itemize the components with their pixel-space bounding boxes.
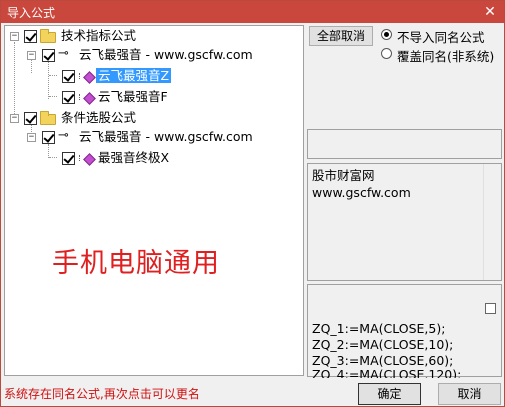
node-label: 条件选股公式 [61,110,137,125]
promo-text: 手机电脑通用 [52,248,220,279]
description-line: www.gscfw.com [312,185,411,200]
node-label: 技术指标公式 [61,28,137,43]
option-label: 覆盖同名(非系统) [397,49,495,64]
description-box: 股市财富网 www.gscfw.com [307,163,502,281]
tree-node-formula[interactable]: 最强音终极X [5,150,303,166]
collapse-toggle[interactable]: − [10,32,19,41]
key-icon: ⊸ [58,46,69,61]
formula-tree[interactable]: − 技术指标公式 − ⊸ 云飞最强音 - www.gscfw.com 云飞最强音… [4,25,304,376]
radio-no-import[interactable] [381,29,392,40]
collapse-toggle[interactable]: − [27,51,36,60]
option-label: 不导入同名公式 [397,30,485,45]
tree-node-source[interactable]: − ⊸ 云飞最强音 - www.gscfw.com [5,47,303,63]
node-checkbox[interactable] [24,112,37,125]
cancel-button[interactable]: 取消 [438,383,501,405]
formula-diamond-icon [83,153,96,166]
tree-node-source[interactable]: − ⊸ 云飞最强音 - www.gscfw.com [5,129,303,145]
title-bar: 导入公式 ✕ [1,1,504,23]
window-title: 导入公式 [7,6,56,20]
key-icon: ⊸ [58,128,69,143]
radio-overwrite[interactable] [381,48,392,59]
folder-icon [40,111,56,125]
code-checkbox[interactable] [485,303,496,314]
node-checkbox[interactable] [62,152,75,165]
formula-diamond-icon [83,92,96,105]
node-label: 云飞最强音 - www.gscfw.com [79,47,253,62]
node-label: 云飞最强音 - www.gscfw.com [79,129,253,144]
empty-field [307,129,502,159]
node-checkbox[interactable] [24,30,37,43]
node-label: 云飞最强音F [98,89,168,104]
collapse-toggle[interactable]: − [27,133,36,142]
ok-button[interactable]: 确定 [358,383,421,405]
node-checkbox[interactable] [62,91,75,104]
node-checkbox[interactable] [42,131,55,144]
formula-code-box: ZQ_1:=MA(CLOSE,5); ZQ_2:=MA(CLOSE,10); Z… [307,284,502,378]
import-formula-dialog: 导入公式 ✕ − 技术指标公式 − ⊸ 云飞最强音 - www.gscfw.co… [0,0,505,407]
node-checkbox[interactable] [62,70,75,83]
tree-node-formula[interactable]: 云飞最强音Z [5,68,303,84]
cancel-all-button[interactable]: 全部取消 [309,26,373,46]
formula-diamond-icon [83,71,96,84]
status-message: 系统存在同名公式,再次点击可以更名 [4,387,200,401]
tree-node-formula[interactable]: 云飞最强音F [5,89,303,105]
code-line: ZQ_4:=MA(CLOSE,120); [312,368,462,378]
folder-icon [40,29,56,43]
node-checkbox[interactable] [42,49,55,62]
description-line: 股市财富网 [312,168,375,183]
tree-node-group[interactable]: − 条件选股公式 [5,110,303,126]
node-label: 云飞最强音Z [96,68,172,83]
tree-node-group[interactable]: − 技术指标公式 [5,28,303,44]
scrollbar[interactable] [483,164,501,280]
close-button[interactable]: ✕ [476,1,504,23]
node-label: 最强音终极X [98,150,170,165]
collapse-toggle[interactable]: − [10,114,19,123]
